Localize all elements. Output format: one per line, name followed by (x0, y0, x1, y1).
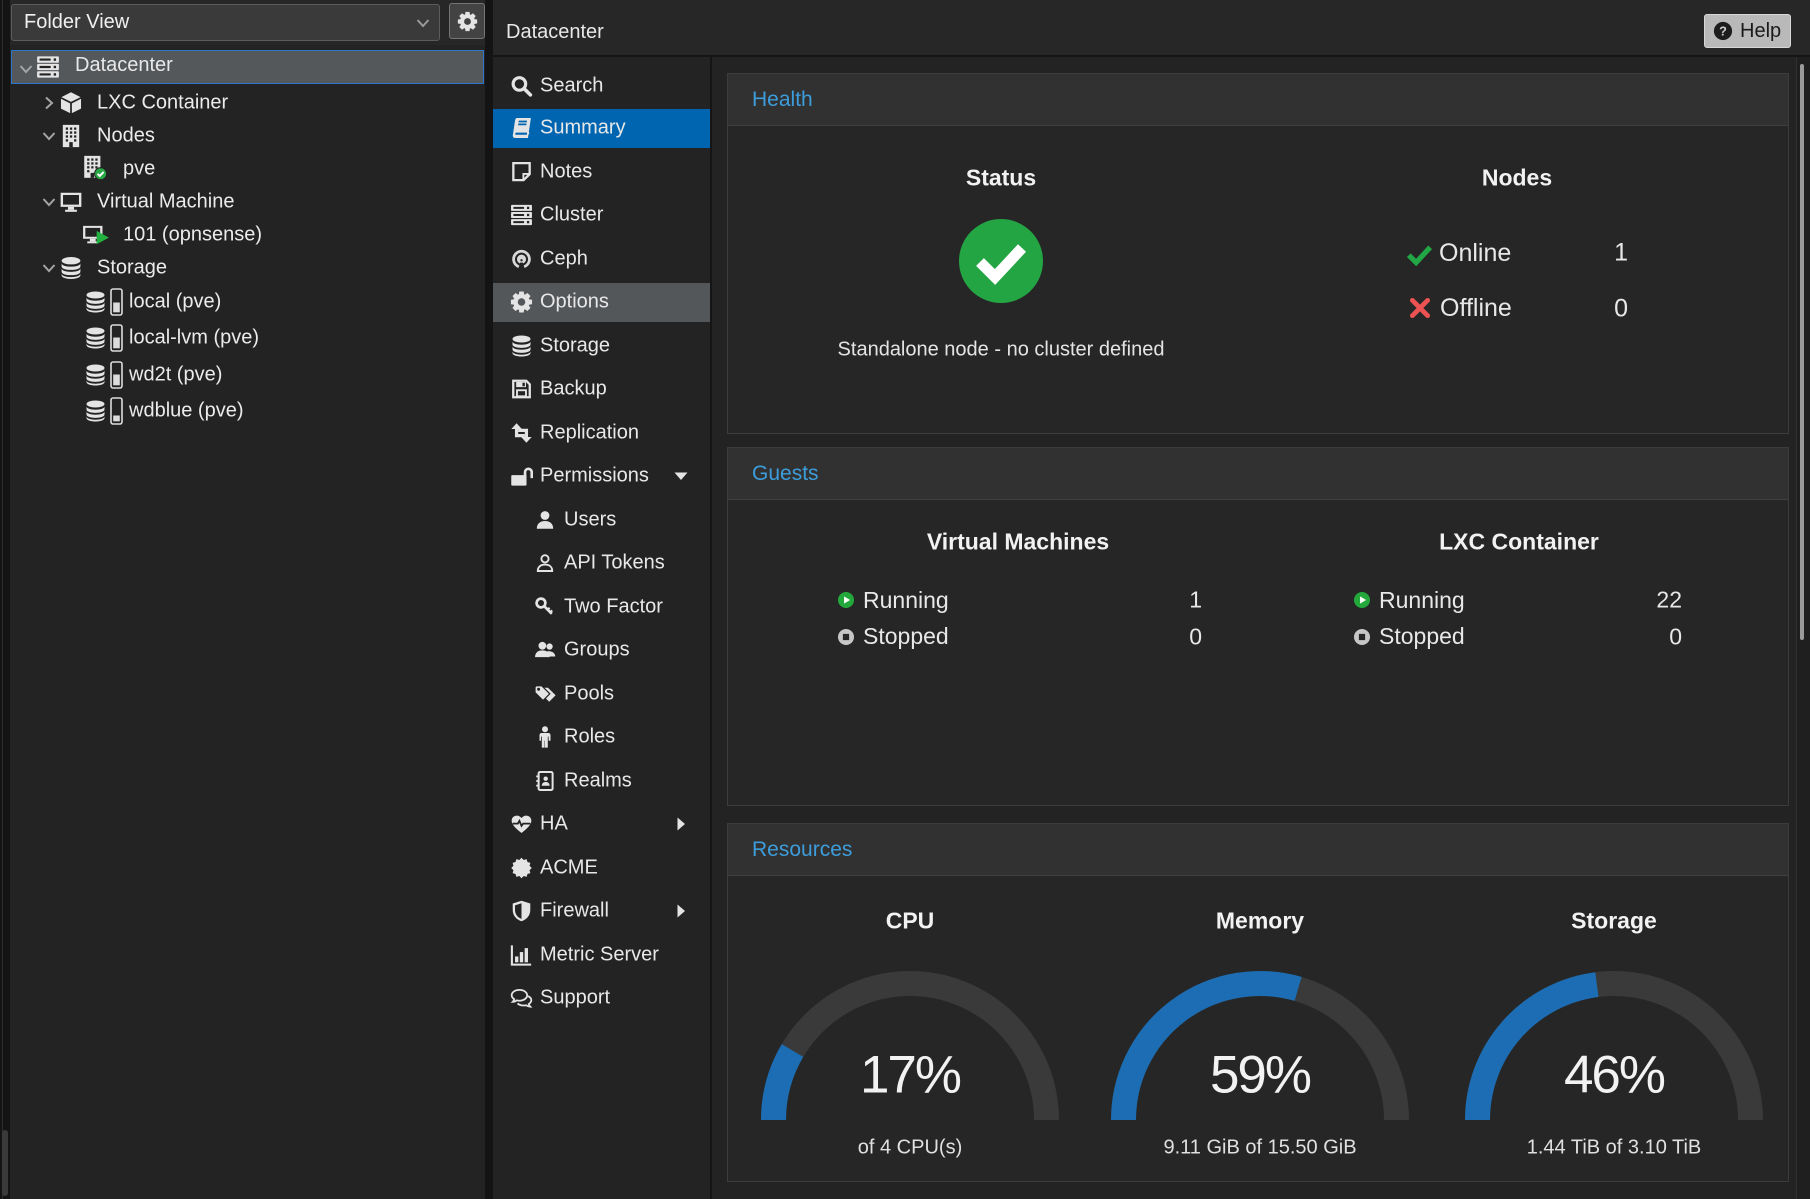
svg-text:?: ? (1719, 24, 1727, 39)
